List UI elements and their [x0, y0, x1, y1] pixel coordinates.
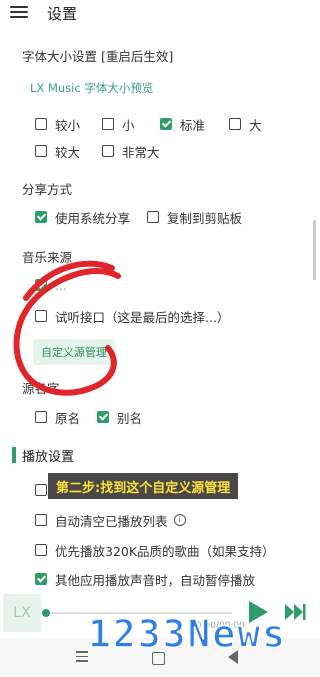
- checkbox-checked[interactable]: [35, 573, 47, 585]
- font-size-option-small[interactable]: 小: [102, 115, 135, 133]
- checkbox[interactable]: [147, 211, 159, 223]
- recent-apps-icon[interactable]: [76, 651, 88, 662]
- share-section-title: 分享方式: [22, 182, 73, 197]
- checkbox[interactable]: [35, 411, 47, 423]
- checkbox[interactable]: [102, 118, 114, 130]
- option-label: 小: [122, 117, 135, 133]
- playback-option-auto-pause[interactable]: 其他应用播放声音时，自动暂停播放: [35, 570, 255, 588]
- option-label: 复制到剪贴板: [167, 210, 243, 226]
- info-icon[interactable]: i: [173, 514, 186, 526]
- playback-option-auto-clear[interactable]: 自动清空已播放列表 i: [35, 511, 186, 529]
- source-name-option-alias[interactable]: 别名: [97, 408, 142, 426]
- option-label: 原名: [55, 410, 81, 426]
- skip-next-icon[interactable]: [284, 603, 306, 621]
- playback-option-prefer-320k[interactable]: 优先播放320K品质的歌曲（如果支持）: [35, 541, 275, 559]
- checkbox[interactable]: [35, 484, 47, 496]
- checkbox[interactable]: [35, 514, 47, 526]
- font-size-option-larger[interactable]: 较大: [35, 142, 80, 160]
- font-size-option-large[interactable]: 大: [229, 115, 262, 133]
- source-name-option-original[interactable]: 原名: [35, 408, 80, 426]
- option-label: 使用系统分享: [55, 210, 131, 226]
- option-label: 优先播放320K品质的歌曲（如果支持）: [55, 543, 275, 559]
- option-label: 较大: [55, 144, 81, 160]
- checkbox-checked[interactable]: [35, 279, 47, 291]
- font-size-option-standard[interactable]: 标准: [160, 115, 205, 133]
- checkbox-checked[interactable]: [35, 211, 47, 223]
- checkbox[interactable]: [35, 118, 47, 130]
- checkbox-checked[interactable]: [97, 411, 109, 423]
- option-label: 大: [249, 117, 262, 133]
- option-label: 试听接口（这是最后的选择...）: [55, 309, 230, 325]
- checkbox[interactable]: [35, 145, 47, 157]
- checkbox[interactable]: [35, 310, 47, 322]
- scrollbar-thumb[interactable]: [313, 220, 316, 280]
- checkbox[interactable]: [229, 118, 241, 130]
- progress-knob[interactable]: [42, 609, 50, 617]
- option-label: 非常大: [122, 144, 160, 160]
- checkbox-checked[interactable]: [160, 118, 172, 130]
- music-source-option-1[interactable]: ...: [35, 276, 67, 294]
- music-source-section-title: 音乐来源: [22, 250, 73, 265]
- option-label: 自动清空已播放列表: [55, 513, 168, 529]
- checkbox[interactable]: [35, 544, 47, 556]
- option-label: 其他应用播放声音时，自动暂停播放: [55, 572, 256, 588]
- option-label: 别名: [117, 410, 143, 426]
- font-size-option-smaller[interactable]: 较小: [35, 115, 80, 133]
- option-label: 较小: [55, 117, 81, 133]
- font-size-section-title: 字体大小设置 [重启后生效]: [22, 49, 174, 64]
- font-size-option-very-large[interactable]: 非常大: [102, 142, 160, 160]
- album-cover[interactable]: LX: [3, 594, 41, 632]
- music-source-option-trial[interactable]: 试听接口（这是最后的选择...）: [35, 307, 229, 325]
- checkbox[interactable]: [102, 145, 114, 157]
- option-label: 标准: [180, 117, 206, 133]
- custom-source-manage-button[interactable]: 自定义源管理: [33, 339, 115, 365]
- watermark-logo: 1233News: [87, 611, 288, 657]
- option-label: ...: [55, 277, 67, 293]
- share-option-system[interactable]: 使用系统分享: [35, 208, 130, 226]
- font-size-preview: LX Music 字体大小预览: [30, 81, 154, 95]
- playback-group-title: 播放设置: [22, 450, 75, 465]
- share-option-clipboard[interactable]: 复制到剪贴板: [147, 208, 242, 226]
- source-name-section-title: 源名字: [22, 381, 60, 396]
- tutorial-caption: 第二步:找到这个自定义源管理: [48, 473, 239, 499]
- page-title: 设置: [47, 5, 78, 23]
- hamburger-menu-icon[interactable]: [10, 3, 28, 19]
- section-accent-bar: [12, 447, 16, 463]
